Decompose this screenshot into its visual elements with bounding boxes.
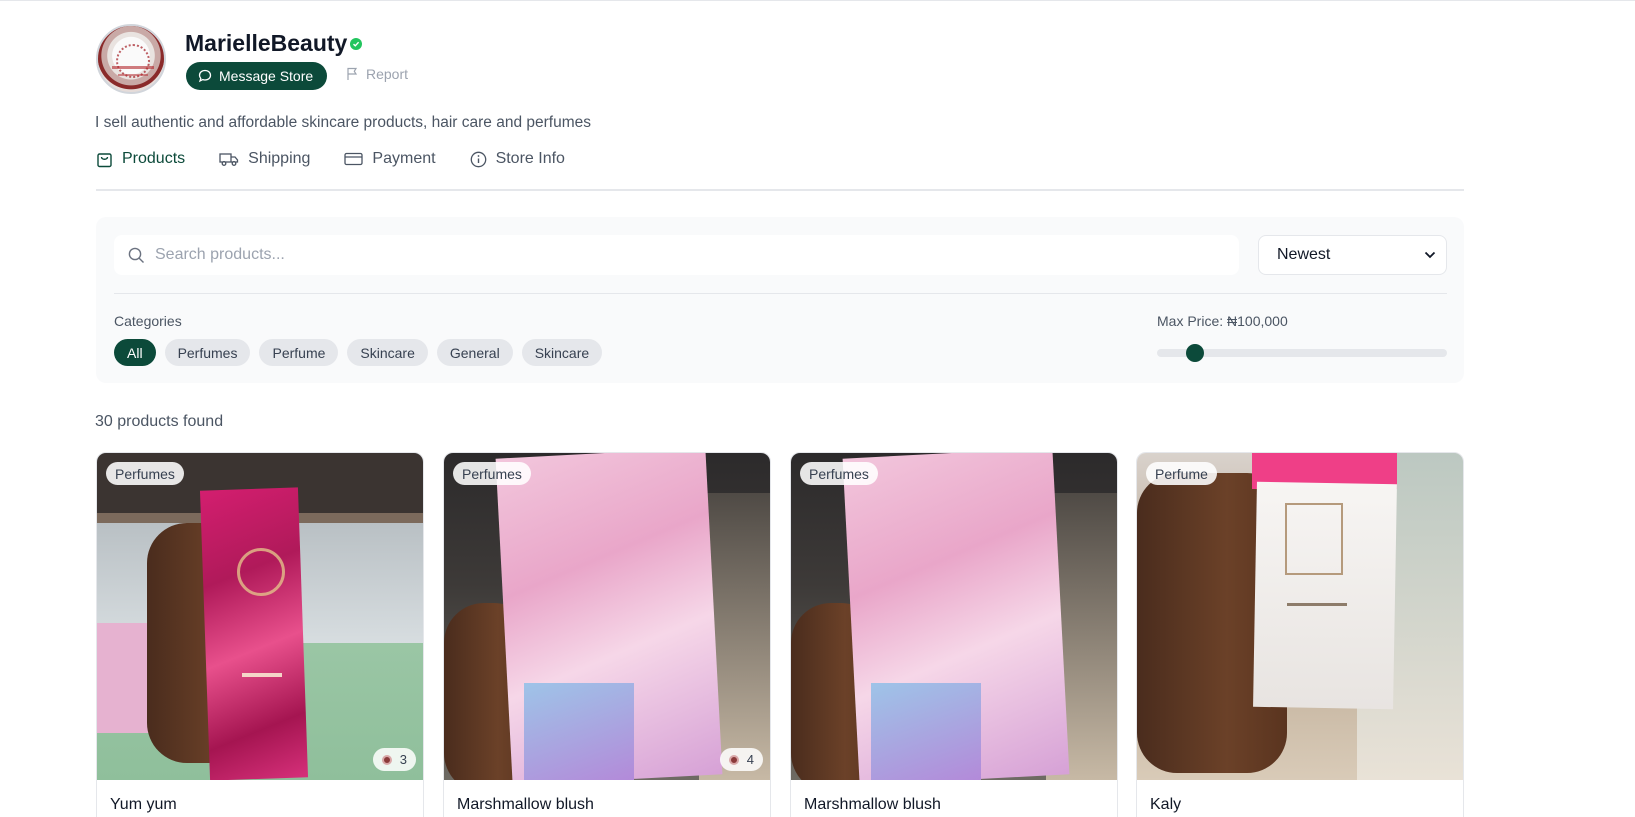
bag-icon bbox=[97, 153, 112, 168]
info-icon bbox=[470, 151, 486, 167]
price-slider-thumb[interactable] bbox=[1185, 344, 1204, 362]
product-image: Perfumes 4 bbox=[444, 453, 770, 780]
product-category-badge: Perfume bbox=[1146, 462, 1217, 485]
category-chip-perfumes[interactable]: Perfumes bbox=[164, 339, 251, 366]
product-title: Kaly bbox=[1150, 796, 1182, 813]
category-chip-all[interactable]: All bbox=[114, 339, 156, 366]
eye-icon bbox=[381, 754, 392, 765]
results-count: 30 products found bbox=[95, 413, 224, 430]
product-views: 4 bbox=[719, 748, 763, 771]
search-input[interactable] bbox=[155, 246, 1155, 264]
flag-icon bbox=[347, 67, 358, 80]
filter-divider bbox=[114, 293, 1447, 294]
product-views: 3 bbox=[372, 748, 416, 771]
chevron-down-icon bbox=[1424, 251, 1436, 259]
verified-icon bbox=[350, 38, 362, 50]
product-views-count: 4 bbox=[746, 752, 754, 767]
product-title: Yum yum bbox=[110, 796, 177, 813]
filter-panel: Newest Categories All Perfumes Perfume S… bbox=[96, 217, 1464, 383]
product-image: Perfumes bbox=[791, 453, 1117, 780]
price-slider[interactable] bbox=[1157, 344, 1447, 362]
truck-icon bbox=[219, 153, 239, 166]
category-chips: All Perfumes Perfume Skincare General Sk… bbox=[114, 339, 603, 366]
message-store-button[interactable]: Message Store bbox=[186, 62, 328, 90]
tabs-divider bbox=[96, 189, 1464, 191]
store-bio: I sell authentic and affordable skincare… bbox=[95, 114, 591, 131]
sort-select[interactable]: Newest bbox=[1258, 235, 1447, 275]
category-chip-skincare-2[interactable]: Skincare bbox=[521, 339, 603, 366]
store-name: MarielleBeauty bbox=[185, 30, 348, 56]
product-card[interactable]: Perfumes 4 Marshmallow blush bbox=[443, 452, 771, 817]
store-tabs: Products Shipping Payment Store Info bbox=[96, 150, 599, 168]
search-box bbox=[114, 235, 1239, 275]
report-label: Report bbox=[366, 66, 409, 82]
store-avatar bbox=[96, 24, 166, 94]
product-card[interactable]: Perfumes 3 Yum yum bbox=[96, 452, 424, 817]
tab-shipping-label: Shipping bbox=[248, 150, 311, 167]
product-card[interactable]: Perfume Kaly bbox=[1136, 452, 1464, 817]
categories-label: Categories bbox=[114, 313, 182, 329]
product-title: Marshmallow blush bbox=[457, 796, 594, 813]
message-store-label: Message Store bbox=[219, 68, 314, 84]
product-views-count: 3 bbox=[399, 752, 407, 767]
product-title: Marshmallow blush bbox=[804, 796, 941, 813]
tab-store-info-label: Store Info bbox=[495, 150, 565, 167]
tab-shipping[interactable]: Shipping bbox=[219, 150, 310, 168]
tab-payment-label: Payment bbox=[372, 150, 436, 167]
product-category-badge: Perfumes bbox=[106, 462, 184, 485]
tab-payment[interactable]: Payment bbox=[344, 150, 436, 168]
category-chip-perfume[interactable]: Perfume bbox=[259, 339, 339, 366]
product-category-badge: Perfumes bbox=[800, 462, 878, 485]
category-chip-skincare[interactable]: Skincare bbox=[347, 339, 428, 366]
category-chip-general[interactable]: General bbox=[436, 339, 513, 366]
tab-store-info[interactable]: Store Info bbox=[470, 150, 565, 168]
sort-select-value: Newest bbox=[1277, 246, 1331, 263]
chat-icon bbox=[198, 69, 212, 83]
product-category-badge: Perfumes bbox=[453, 462, 531, 485]
search-icon bbox=[128, 247, 144, 263]
report-link[interactable]: Report bbox=[346, 66, 408, 82]
product-image: Perfume bbox=[1137, 453, 1463, 780]
top-border bbox=[0, 0, 1635, 1]
eye-icon bbox=[728, 754, 739, 765]
tab-products-label: Products bbox=[122, 150, 186, 167]
product-image: Perfumes 3 bbox=[97, 453, 423, 780]
card-icon bbox=[344, 152, 364, 166]
max-price-label: Max Price: ₦100,000 bbox=[1157, 313, 1288, 329]
tab-products[interactable]: Products bbox=[96, 150, 185, 168]
product-grid: Perfumes 3 Yum yum Perfumes 4 Marshmallo… bbox=[96, 452, 1464, 817]
product-card[interactable]: Perfumes Marshmallow blush bbox=[790, 452, 1118, 817]
